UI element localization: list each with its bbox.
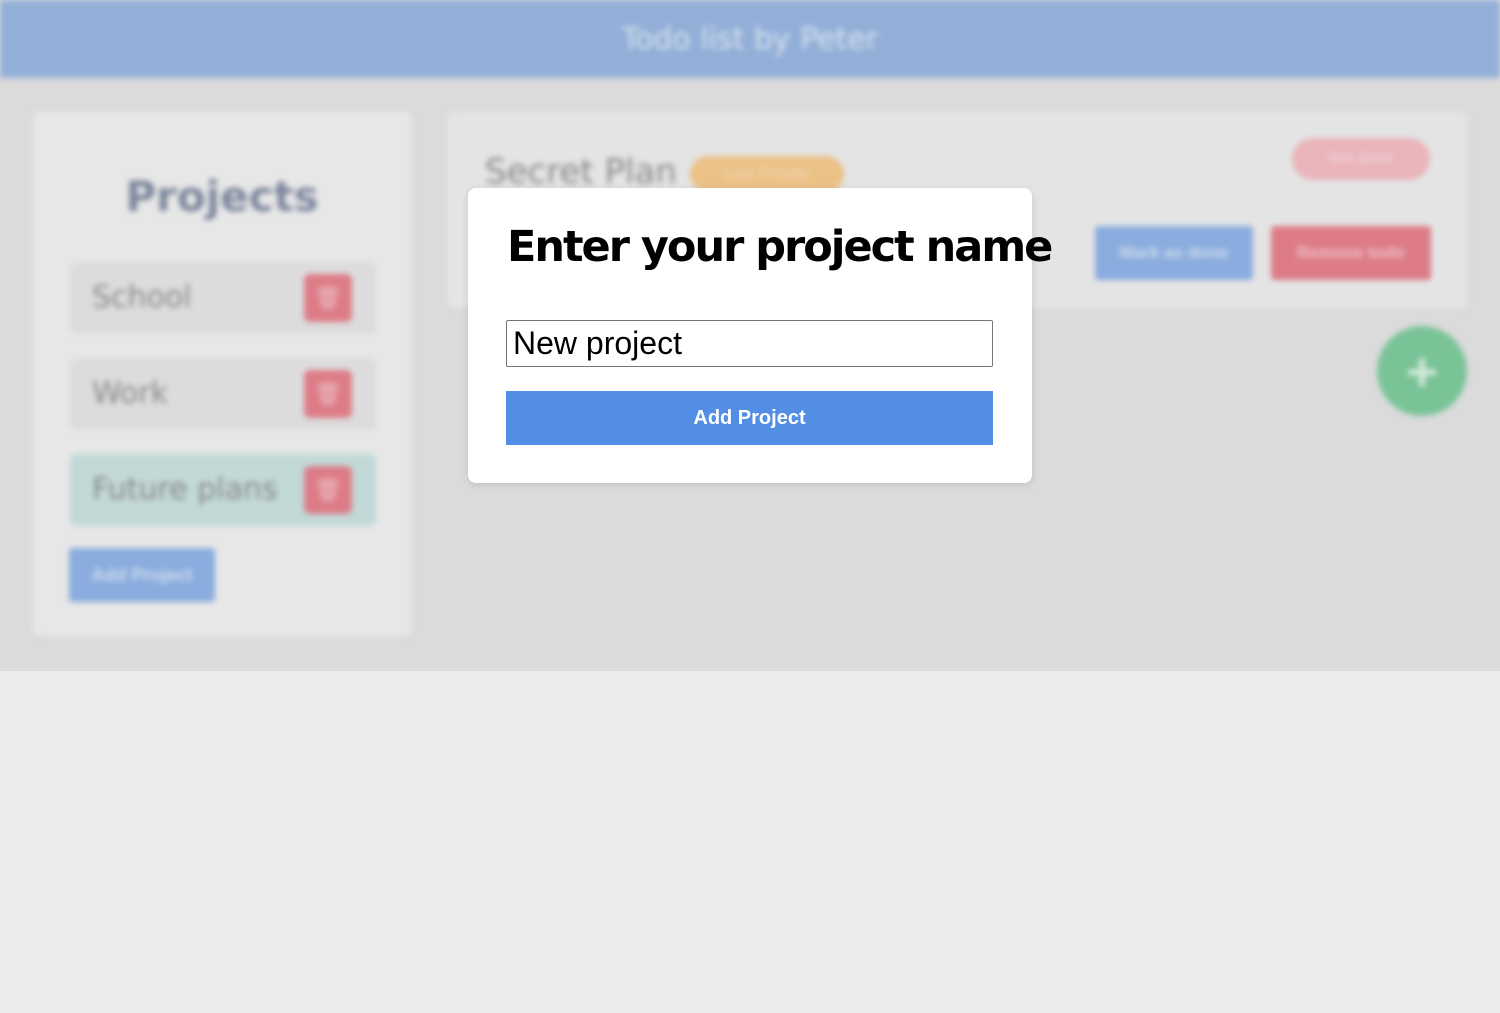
project-name-input[interactable] [506, 320, 993, 367]
add-project-modal: Enter your project name Add Project [468, 188, 1053, 483]
modal-title: Enter your project name [507, 222, 1053, 272]
add-project-button[interactable]: Add Project [506, 391, 993, 445]
